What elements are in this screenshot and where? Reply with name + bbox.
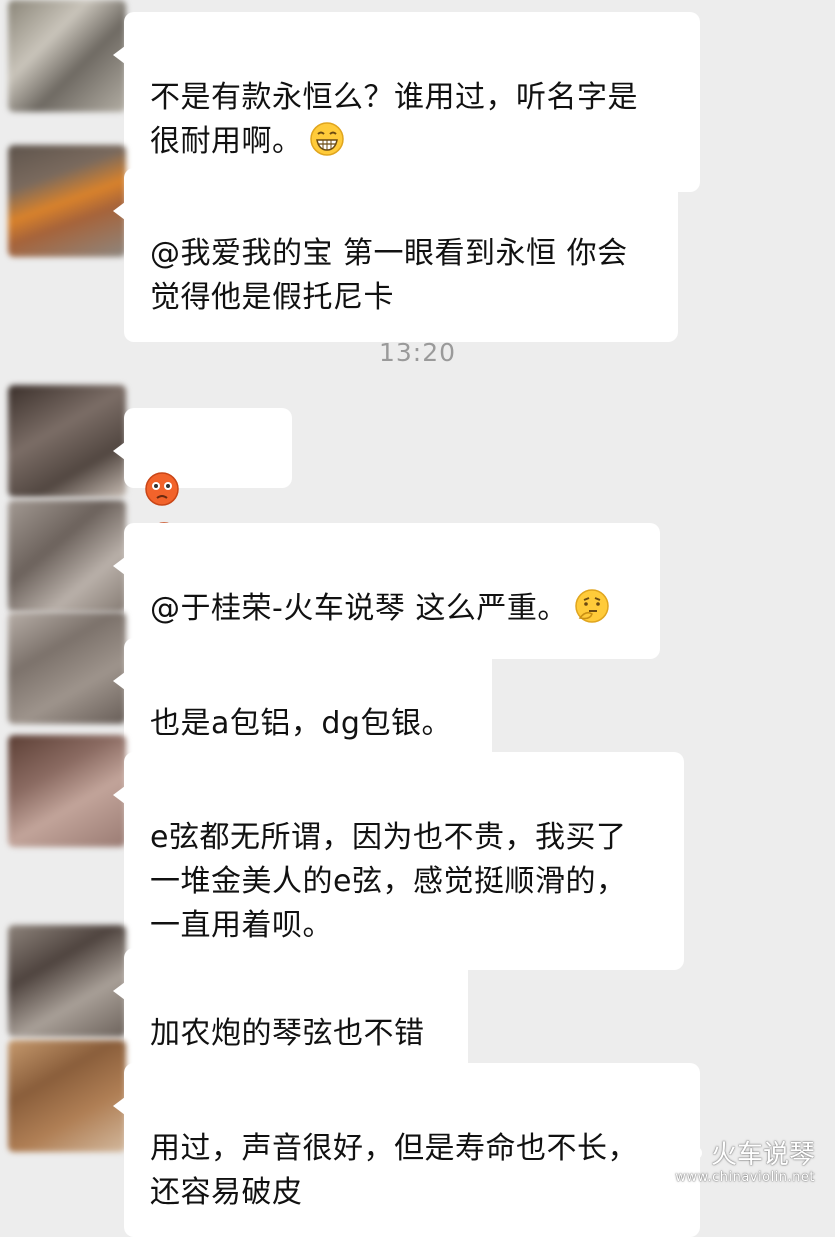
message-bubble[interactable]: 也是a包铝，dg包银。	[113, 638, 492, 768]
message-text: 用过，声音很好，但是寿命也不长， 还容易破皮	[150, 1131, 638, 1210]
message-bubble[interactable]: 用过，声音很好，但是寿命也不长， 还容易破皮	[113, 1063, 700, 1237]
message-text: 也是a包铝，dg包银。	[150, 706, 452, 741]
watermark-title: 火车说琴	[710, 1139, 815, 1170]
message-bubble[interactable]	[113, 408, 292, 606]
message-bubble[interactable]: e弦都无所谓，因为也不贵，我买了 一堆金美人的e弦，感觉挺顺滑的， 一直用着呗。	[113, 752, 684, 970]
message-bubble[interactable]: @我爱我的宝 第一眼看到永恒 你会 觉得他是假托尼卡	[113, 168, 678, 342]
avatar[interactable]	[8, 612, 126, 724]
flushed-face-icon	[144, 471, 180, 520]
message-text: 不是有款永恒么？谁用过，听名字是 很耐用啊。	[150, 80, 638, 159]
avatar[interactable]	[8, 925, 126, 1037]
avatar[interactable]	[8, 385, 126, 497]
message-bubble[interactable]: 加农炮的琴弦也不错	[113, 948, 468, 1078]
message-text: @于桂荣-火车说琴 这么严重。	[150, 591, 568, 626]
watermark: 火车说琴 www.chinaviolin.net	[672, 1139, 815, 1186]
avatar[interactable]	[8, 0, 126, 112]
message-bubble[interactable]: 不是有款永恒么？谁用过，听名字是 很耐用啊。	[113, 12, 700, 192]
message-text: 加农炮的琴弦也不错	[150, 1016, 425, 1051]
watermark-url: www.chinaviolin.net	[675, 1170, 815, 1185]
wechat-icon	[672, 1139, 703, 1170]
timestamp: 13:20	[378, 338, 457, 367]
avatar[interactable]	[8, 145, 126, 257]
message-text: @我爱我的宝 第一眼看到永恒 你会 觉得他是假托尼卡	[150, 236, 628, 315]
avatar[interactable]	[8, 500, 126, 612]
grinning-face-icon	[309, 121, 345, 170]
thinking-face-icon	[574, 588, 610, 637]
avatar[interactable]	[8, 1040, 126, 1152]
chat-view: 不是有款永恒么？谁用过，听名字是 很耐用啊。 @我爱我的宝 第一眼看到永恒 你会…	[0, 0, 835, 1237]
message-text: e弦都无所谓，因为也不贵，我买了 一堆金美人的e弦，感觉挺顺滑的， 一直用着呗。	[150, 820, 627, 943]
avatar[interactable]	[8, 735, 126, 847]
